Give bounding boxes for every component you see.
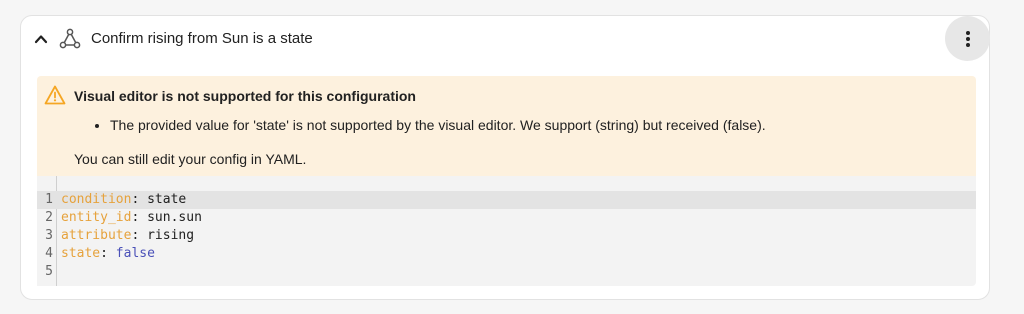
yaml-key: condition [61,192,132,207]
card-title: Confirm rising from Sun is a state [91,30,313,47]
dots-vertical-icon [965,30,970,47]
line-number: 2 [45,210,53,225]
yaml-value: state [147,192,187,207]
yaml-separator: : [131,228,148,243]
yaml-separator: : [131,192,148,207]
warning-list: The provided value for 'state' is not su… [93,117,766,133]
code-line[interactable]: 3 attribute: rising [37,227,976,245]
line-number: 5 [45,264,53,279]
yaml-key: entity_id [61,210,132,225]
condition-card: Confirm rising from Sun is a state Visua… [20,15,990,300]
yaml-editor[interactable]: 1 condition: state 2 entity_id: sun.sun … [37,176,976,286]
line-content: attribute: rising [61,227,194,245]
chevron-up-icon [34,35,48,44]
code-line[interactable]: 4 state: false [37,245,976,263]
line-content: condition: state [61,191,186,209]
line-content: entity_id: sun.sun [61,209,202,227]
condition-icon [58,27,82,51]
code-line[interactable]: 2 entity_id: sun.sun [37,209,976,227]
alert-triangle-icon [44,84,66,106]
line-number: 1 [45,192,53,207]
card-header[interactable]: Confirm rising from Sun is a state [21,16,990,62]
yaml-separator: : [100,246,116,261]
yaml-value: rising [147,228,195,243]
yaml-key: state [61,246,101,261]
yaml-value: false [115,246,155,261]
yaml-key: attribute [61,228,132,243]
warning-note: You can still edit your config in YAML. [74,151,307,167]
yaml-separator: : [131,210,148,225]
warning-alert: Visual editor is not supported for this … [37,76,976,189]
overflow-menu-button[interactable] [945,16,990,61]
warning-title: Visual editor is not supported for this … [74,88,416,104]
code-line[interactable]: 5 [37,263,976,281]
warning-list-item: The provided value for 'state' is not su… [110,117,766,133]
line-number: 4 [45,246,53,261]
line-number: 3 [45,228,53,243]
yaml-value: sun.sun [147,210,202,225]
collapse-button[interactable] [29,27,53,51]
line-content: state: false [61,245,155,263]
code-line[interactable]: 1 condition: state [37,191,976,209]
